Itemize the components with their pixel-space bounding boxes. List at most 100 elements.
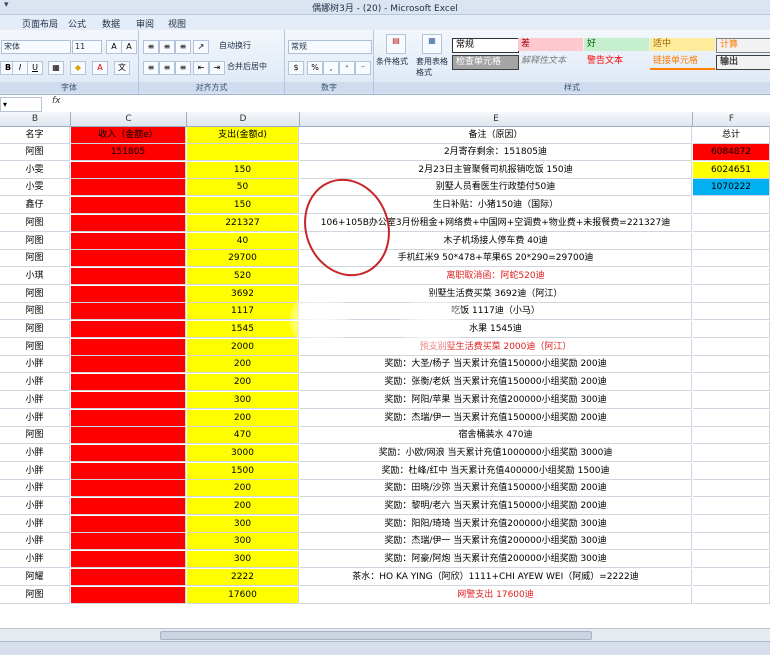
cell-b[interactable]: 小胖	[0, 480, 70, 498]
cell-d[interactable]: 470	[187, 427, 299, 445]
conditional-format-button[interactable]: 条件格式	[374, 56, 418, 68]
style-output[interactable]: 输出	[716, 55, 770, 70]
wrap-text-button[interactable]: 自动换行	[217, 40, 281, 52]
cell-b[interactable]: 阿图	[0, 232, 70, 250]
cell-b[interactable]: 阿图	[0, 427, 70, 445]
cell-f[interactable]	[693, 285, 770, 303]
style-explanatory[interactable]: 解释性文本	[518, 55, 583, 68]
cell-f[interactable]	[693, 409, 770, 427]
cell-f[interactable]	[693, 444, 770, 462]
cell-d[interactable]: 17600	[187, 586, 299, 604]
cell-d[interactable]: 200	[187, 498, 299, 515]
cell-f[interactable]	[693, 515, 770, 533]
cell-f[interactable]	[693, 303, 770, 321]
cell-c[interactable]	[71, 374, 186, 392]
shrink-font-icon[interactable]: A	[121, 40, 137, 54]
cell-c[interactable]	[71, 338, 186, 356]
cell-b[interactable]: 阿图	[0, 303, 70, 321]
cell-d[interactable]: 1117	[187, 303, 299, 321]
cell-e[interactable]: 奖励：阿阳/苹果 当天累计充值200000小组奖励 300迪	[300, 391, 692, 409]
cell-c[interactable]	[71, 321, 186, 338]
align-middle-icon[interactable]: ≡	[159, 40, 175, 54]
cell-b[interactable]: 小胖	[0, 391, 70, 409]
cell-d[interactable]: 200	[187, 356, 299, 374]
cell-d[interactable]: 150	[187, 197, 299, 215]
column-header-e[interactable]: E	[300, 112, 693, 127]
cell-d[interactable]: 300	[187, 391, 299, 409]
cell-c[interactable]	[71, 161, 186, 179]
cell-b[interactable]: 阿图	[0, 285, 70, 303]
cell-b[interactable]: 阿图	[0, 144, 70, 161]
grow-font-icon[interactable]: A	[106, 40, 122, 54]
cell-e[interactable]: 奖励：杰瑞/伊一 当天累计充值150000小组奖励 200迪	[300, 409, 692, 427]
cell-d[interactable]: 200	[187, 480, 299, 498]
increase-indent-icon[interactable]: ⇥	[209, 61, 225, 75]
cell-d[interactable]: 300	[187, 533, 299, 551]
cell-e[interactable]: 奖励：小欧/网浪 当天累计充值1000000小组奖励 3000迪	[300, 444, 692, 462]
name-box[interactable]: ▾	[0, 97, 42, 112]
tab-review[interactable]: 审阅	[136, 17, 154, 30]
style-neutral[interactable]: 适中	[650, 38, 715, 51]
cell-f[interactable]	[693, 462, 770, 480]
fill-color-icon[interactable]: ◆	[70, 61, 86, 75]
cell-c[interactable]	[71, 480, 186, 498]
style-bad[interactable]: 差	[518, 38, 583, 51]
cell-e[interactable]: 奖励：杜峰/红中 当天累计充值400000小组奖励 1500迪	[300, 462, 692, 480]
cell-e[interactable]: 水果 1545迪	[300, 321, 692, 338]
cell-e[interactable]: 奖励：大圣/杨子 当天累计充值150000小组奖励 200迪	[300, 356, 692, 374]
cell-b[interactable]: 小胖	[0, 356, 70, 374]
cell-f[interactable]: 1070222	[693, 179, 770, 197]
borders-icon[interactable]: ▦	[48, 61, 64, 75]
cell-c[interactable]	[71, 250, 186, 268]
cell-d[interactable]: 40	[187, 232, 299, 250]
cell-d[interactable]: 1545	[187, 321, 299, 338]
column-header-f[interactable]: F	[693, 112, 770, 127]
cell-f[interactable]	[693, 568, 770, 586]
horizontal-scrollbar[interactable]	[0, 628, 770, 641]
cell-c[interactable]	[71, 498, 186, 515]
cell-d[interactable]: 150	[187, 161, 299, 179]
column-header-c[interactable]: C	[71, 112, 187, 127]
cell-e[interactable]: 奖励：张衡/老妖 当天累计充值150000小组奖励 200迪	[300, 374, 692, 392]
cell-b[interactable]: 小胖	[0, 462, 70, 480]
tab-view[interactable]: 视图	[168, 17, 186, 30]
cell-d[interactable]: 29700	[187, 250, 299, 268]
cell-c[interactable]	[71, 214, 186, 232]
cell-e[interactable]: 网警支出 17600迪	[300, 586, 692, 604]
cell-c[interactable]	[71, 285, 186, 303]
header-cell-e[interactable]: 备注（原因）	[300, 127, 692, 144]
cell-b[interactable]: 小雯	[0, 161, 70, 179]
cell-e[interactable]: 预支别墅生活费买菜 2000迪（阿江）	[300, 338, 692, 356]
align-left-icon[interactable]: ≡	[143, 61, 159, 75]
cell-c[interactable]	[71, 267, 186, 285]
cell-e[interactable]: 2月寄存剩余：151805迪	[300, 144, 692, 161]
cell-b[interactable]: 小胖	[0, 551, 70, 569]
align-bottom-icon[interactable]: ≡	[175, 40, 191, 54]
style-check-cell[interactable]: 检查单元格	[452, 55, 519, 70]
cell-b[interactable]: 阿图	[0, 214, 70, 232]
header-cell-c[interactable]: 收入（金额e）	[71, 127, 186, 144]
cell-b[interactable]: 阿耀	[0, 568, 70, 586]
cell-f[interactable]	[693, 427, 770, 445]
tab-data[interactable]: 数据	[102, 17, 120, 30]
cell-c[interactable]	[71, 515, 186, 533]
cell-d[interactable]: 3000	[187, 444, 299, 462]
cell-f[interactable]	[693, 498, 770, 515]
scrollbar-thumb[interactable]	[160, 631, 592, 640]
cell-b[interactable]: 小胖	[0, 444, 70, 462]
cell-f[interactable]	[693, 197, 770, 215]
header-cell-d[interactable]: 支出(金额d)	[187, 127, 299, 144]
cell-e[interactable]: 奖励：田晓/沙弥 当天累计充值150000小组奖励 200迪	[300, 480, 692, 498]
table-format-button[interactable]: 套用表格格式	[414, 56, 450, 80]
cell-b[interactable]: 小琪	[0, 267, 70, 285]
cell-f[interactable]	[693, 480, 770, 498]
cell-e[interactable]: 奖励：杰瑞/伊一 当天累计充值200000小组奖励 300迪	[300, 533, 692, 551]
header-cell-b[interactable]: 名字	[0, 127, 70, 144]
cell-c[interactable]	[71, 568, 186, 586]
cell-d[interactable]: 2000	[187, 338, 299, 356]
phonetic-icon[interactable]: 文	[114, 61, 130, 75]
font-size-select[interactable]: 11	[72, 40, 102, 54]
column-header-b[interactable]: B	[0, 112, 71, 127]
cell-c[interactable]: 151805	[71, 144, 186, 161]
cell-f[interactable]: 6024651	[693, 161, 770, 179]
